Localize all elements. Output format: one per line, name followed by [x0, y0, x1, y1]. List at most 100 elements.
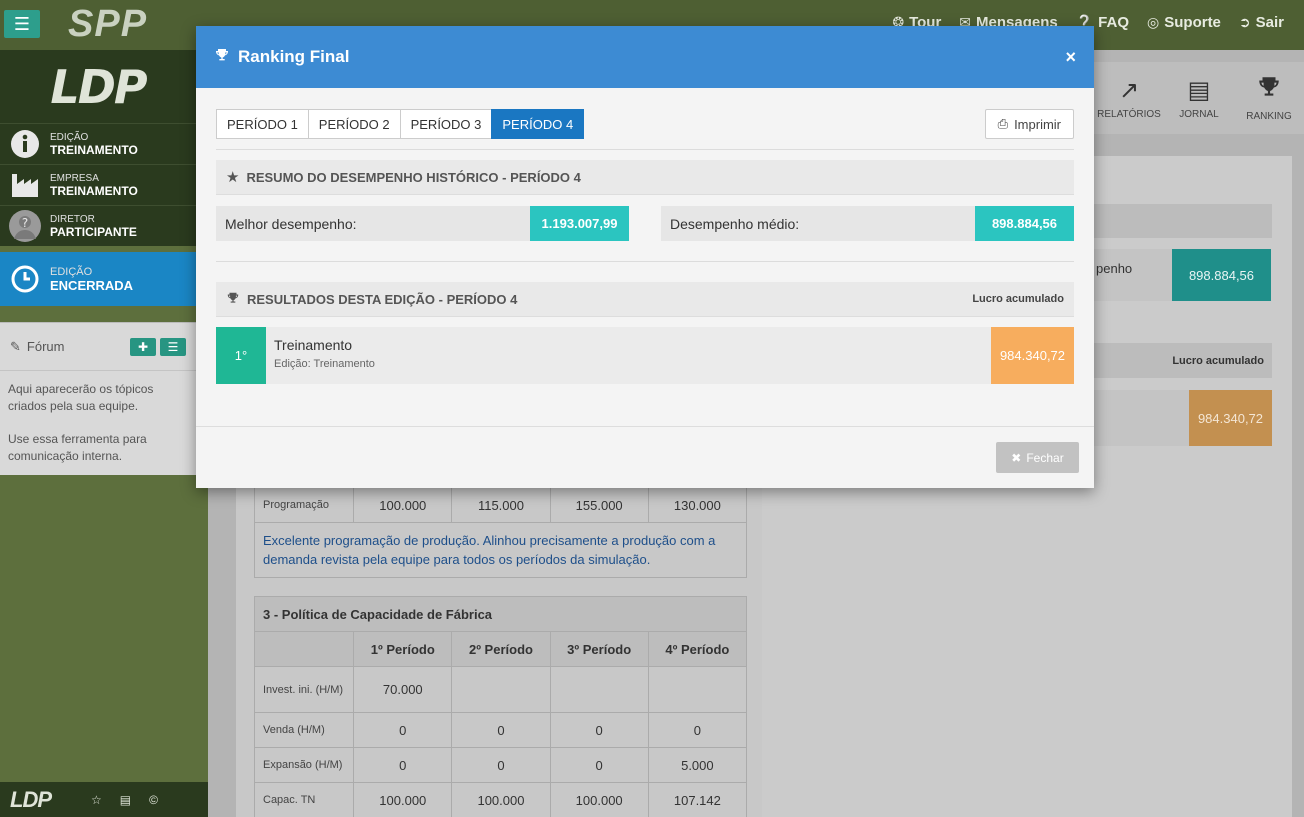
plus-icon: ✚: [137, 339, 149, 354]
status-text: EDIÇÃO ENCERRADA: [50, 266, 133, 293]
close-label: Fechar: [1026, 450, 1064, 465]
list-icon: ☰: [167, 339, 179, 354]
tab-periodo-1[interactable]: PERÍODO 1: [216, 109, 309, 139]
top-link-suporte[interactable]: ◎ Suporte: [1147, 14, 1221, 31]
add-topic-button[interactable]: ✚: [130, 337, 156, 356]
toolbar-relatorios[interactable]: ↗ RELATÓRIOS: [1094, 62, 1164, 134]
table-cell: 0: [451, 747, 551, 783]
capacity-table-title: 3 - Política de Capacidade de Fábrica: [254, 596, 747, 632]
star-icon[interactable]: ☆: [91, 793, 102, 807]
trophy-icon: [1256, 74, 1282, 107]
table-row: Programação 100.000 115.000 155.000 130.…: [253, 487, 748, 523]
print-label: Imprimir: [1014, 116, 1061, 132]
table-cell: 100.000: [451, 782, 551, 817]
table-row: Expansão (H/M) 0 0 0 5.000: [253, 747, 748, 783]
print-button[interactable]: ⎙ Imprimir: [984, 109, 1074, 139]
table-header: 2º Período: [451, 631, 551, 667]
table-cell: [647, 666, 748, 713]
table-cell: 0: [549, 747, 649, 783]
close-button[interactable]: ✖ Fechar: [996, 442, 1079, 473]
table-cell: 5.000: [647, 747, 748, 783]
clock-icon: [0, 264, 50, 294]
table-cell: 100.000: [549, 782, 649, 817]
list-item: 1° Treinamento Edição: Treinamento 984.3…: [216, 327, 1074, 384]
sidebar-item-value: TREINAMENTO: [50, 183, 138, 198]
edition-status[interactable]: EDIÇÃO ENCERRADA: [0, 252, 196, 306]
sidebar-item-value: TREINAMENTO: [50, 142, 138, 157]
svg-text:?: ?: [22, 216, 28, 230]
table-cell: 107.142: [647, 782, 748, 817]
toolbar-label: RELATÓRIOS: [1097, 109, 1161, 120]
top-link-label: FAQ: [1098, 14, 1130, 31]
sidebar-item-text: EDIÇÃO TREINAMENTO: [50, 132, 138, 157]
team-name: Treinamento: [274, 337, 353, 353]
document-icon[interactable]: ▤: [120, 793, 131, 807]
table-cell: 0: [451, 712, 551, 748]
table-header: 4º Período: [647, 631, 748, 667]
status-label: EDIÇÃO: [50, 265, 93, 278]
results-title: RESULTADOS DESTA EDIÇÃO - PERÍODO 4: [247, 291, 518, 307]
best-performance-value: 1.193.007,99: [530, 206, 629, 241]
table-row: Venda (H/M) 0 0 0 0: [253, 712, 748, 748]
table-cell: 70.000: [353, 666, 453, 713]
sidebar-item-empresa[interactable]: EMPRESA TREINAMENTO: [0, 164, 196, 205]
table-cell: 100.000: [353, 487, 453, 523]
copyright-icon[interactable]: ©: [149, 793, 158, 807]
tab-periodo-2[interactable]: PERÍODO 2: [307, 109, 401, 139]
top-link-label: Sair: [1255, 14, 1284, 31]
table-cell: 115.000: [451, 487, 551, 523]
close-icon[interactable]: ×: [1065, 47, 1076, 68]
divider: [216, 149, 1074, 150]
results-column-label: Lucro acumulado: [972, 293, 1064, 305]
table-cell: 0: [353, 712, 453, 748]
period-tabs: PERÍODO 1 PERÍODO 2 PERÍODO 3 PERÍODO 4 …: [216, 109, 1074, 139]
background-right-row: [1094, 390, 1189, 446]
sidebar-item-label: EMPRESA: [50, 172, 99, 184]
table-row-label: Capac. TN: [253, 782, 355, 817]
modal-title-text: Ranking Final: [238, 47, 350, 66]
table-row: Capac. TN 100.000 100.000 100.000 107.14…: [253, 782, 748, 817]
chart-icon: ↗: [1118, 77, 1140, 104]
toolbar-jornal[interactable]: ▤ JORNAL: [1164, 62, 1234, 134]
sidebar-item-diretor[interactable]: ? DIRETOR PARTICIPANTE: [0, 205, 196, 246]
tab-periodo-3[interactable]: PERÍODO 3: [399, 109, 493, 139]
sidebar-item-text: EMPRESA TREINAMENTO: [50, 173, 138, 198]
sidebar-logo: LDP: [0, 50, 196, 123]
brand-logo: SPP: [68, 3, 148, 45]
background-right-label: penho: [1094, 249, 1172, 301]
list-topics-button[interactable]: ☰: [160, 337, 186, 356]
best-performance: Melhor desempenho: 1.193.007,99: [216, 206, 629, 241]
close-icon: ✖: [1011, 450, 1022, 465]
ranking-modal: Ranking Final × PERÍODO 1 PERÍODO 2 PERÍ…: [196, 26, 1094, 488]
table-row-label: Venda (H/M): [253, 712, 355, 748]
pencil-icon: ✎: [10, 338, 21, 354]
forum-buttons: ✚ ☰: [130, 337, 186, 356]
toolbar-ranking[interactable]: RANKING: [1234, 62, 1304, 134]
background-right-profit: 984.340,72: [1189, 390, 1272, 446]
sidebar-item-label: DIRETOR: [50, 213, 95, 225]
trophy-icon: [226, 291, 240, 308]
factory-icon: [0, 172, 50, 198]
modal-body: PERÍODO 1 PERÍODO 2 PERÍODO 3 PERÍODO 4 …: [196, 88, 1094, 384]
forum-body: Aqui aparecerão os tópicos criados pela …: [0, 371, 196, 491]
average-performance: Desempenho médio: 898.884,56: [661, 206, 1074, 241]
background-right-column-header: Lucro acumulado: [1094, 343, 1272, 378]
hamburger-icon: ☰: [13, 13, 31, 34]
sidebar: LDP EDIÇÃO TREINAMENTO EMPRESA TREINAMEN…: [0, 50, 196, 817]
hamburger-menu-button[interactable]: ☰: [4, 10, 40, 38]
sidebar-item-edicao[interactable]: EDIÇÃO TREINAMENTO: [0, 123, 196, 164]
table-cell: 100.000: [353, 782, 453, 817]
avatar: ?: [0, 209, 50, 243]
top-link-sair[interactable]: ➲ Sair: [1239, 14, 1284, 31]
footer-logo: LDP: [10, 786, 52, 812]
modal-header: Ranking Final ×: [196, 26, 1094, 88]
star-icon: ★: [226, 169, 240, 186]
logo-text: LDP: [50, 59, 147, 114]
tab-periodo-4[interactable]: PERÍODO 4: [491, 109, 585, 139]
table-row: 3 - Política de Capacidade de Fábrica: [254, 596, 747, 632]
forum-text: Aqui aparecerão os tópicos criados pela …: [8, 382, 154, 413]
forum-panel: ✎ Fórum ✚ ☰ Aqui aparecerão os tópicos c…: [0, 322, 196, 475]
sidebar-item-label: EDIÇÃO: [50, 131, 89, 143]
sidebar-item-value: PARTICIPANTE: [50, 224, 137, 239]
table-cell: 0: [647, 712, 748, 748]
